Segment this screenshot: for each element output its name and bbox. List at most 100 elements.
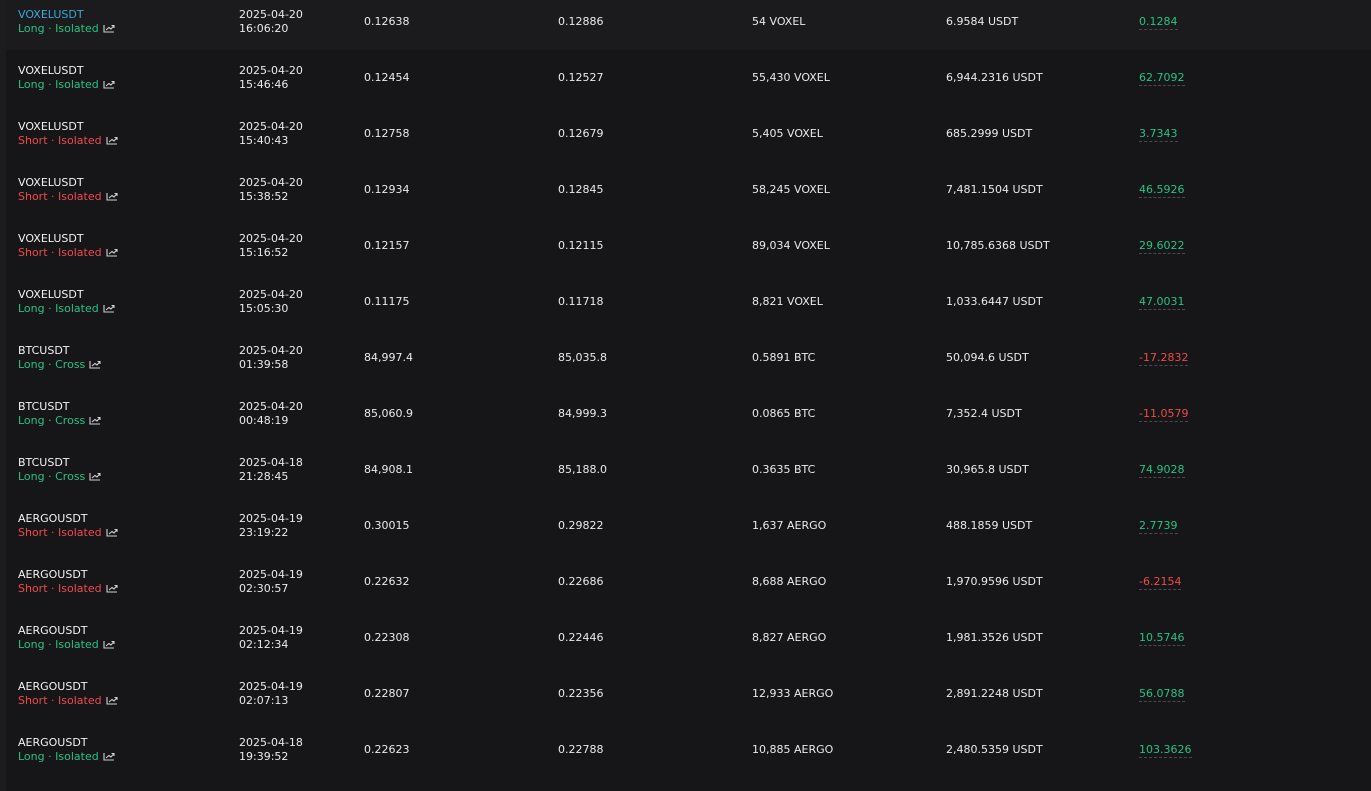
time-cell: 2025-04-20 01:39:58 bbox=[239, 344, 303, 372]
symbol-link[interactable]: VOXELUSDT bbox=[18, 8, 84, 21]
symbol-link[interactable]: AERGOUSDT bbox=[18, 680, 88, 693]
close-time: 21:28:45 bbox=[239, 470, 289, 483]
realized-pnl[interactable]: 47.0031 bbox=[1139, 295, 1185, 310]
close-date: 2025-04-19 bbox=[239, 568, 303, 581]
meta-separator: · bbox=[47, 246, 59, 259]
realized-pnl[interactable]: 103.3626 bbox=[1139, 743, 1192, 758]
realized-pnl[interactable]: 46.5926 bbox=[1139, 183, 1185, 198]
realized-pnl[interactable]: -17.2832 bbox=[1139, 351, 1189, 366]
share-chart-icon[interactable] bbox=[106, 695, 118, 705]
symbol-link[interactable]: VOXELUSDT bbox=[18, 64, 84, 77]
position-row[interactable]: VOXELUSDT Long · Isolated 2025-04-20 15:46:… bbox=[6, 50, 1371, 106]
time-cell: 2025-04-19 23:19:22 bbox=[239, 512, 303, 540]
symbol-link[interactable]: BTCUSDT bbox=[18, 344, 70, 357]
margin-mode-label: Cross bbox=[55, 414, 86, 427]
share-chart-icon[interactable] bbox=[103, 751, 115, 761]
entry-price: 0.22623 bbox=[364, 743, 410, 756]
symbol-link[interactable]: VOXELUSDT bbox=[18, 288, 84, 301]
pnl-cell: 10.5746 bbox=[1139, 631, 1185, 646]
side-label: Long bbox=[18, 414, 45, 427]
position-size: 55,430 VOXEL bbox=[752, 71, 830, 84]
margin-mode-label: Isolated bbox=[58, 694, 102, 707]
symbol-link[interactable]: BTCUSDT bbox=[18, 400, 70, 413]
margin-mode-label: Cross bbox=[55, 358, 86, 371]
margin-mode-label: Isolated bbox=[55, 22, 99, 35]
realized-pnl[interactable]: 29.6022 bbox=[1139, 239, 1185, 254]
close-time: 01:39:58 bbox=[239, 358, 289, 371]
realized-pnl[interactable]: 56.0788 bbox=[1139, 687, 1185, 702]
share-chart-icon[interactable] bbox=[89, 471, 101, 481]
realized-pnl[interactable]: 0.1284 bbox=[1139, 15, 1178, 30]
realized-pnl[interactable]: 2.7739 bbox=[1139, 519, 1178, 534]
position-size: 5,405 VOXEL bbox=[752, 127, 823, 140]
realized-pnl[interactable]: 62.7092 bbox=[1139, 71, 1185, 86]
share-chart-icon[interactable] bbox=[103, 303, 115, 313]
position-row[interactable]: AERGOUSDT Long · Isolated 2025-04-19 02:12:… bbox=[6, 610, 1371, 666]
margin-mode-label: Isolated bbox=[58, 246, 102, 259]
position-row[interactable]: AERGOUSDT Short · Isolated 2025-04-19 02:30… bbox=[6, 554, 1371, 610]
close-date: 2025-04-20 bbox=[239, 64, 303, 77]
position-row[interactable]: AERGOUSDT Short · Isolated 2025-04-19 23:19… bbox=[6, 498, 1371, 554]
position-row[interactable]: AERGOUSDT Long · Isolated 2025-04-18 19:39:… bbox=[6, 722, 1371, 778]
exit-price: 0.11718 bbox=[558, 295, 604, 308]
realized-pnl[interactable]: -6.2154 bbox=[1139, 575, 1182, 590]
position-row[interactable]: VOXELUSDT Short · Isolated 2025-04-20 15:40… bbox=[6, 106, 1371, 162]
realized-pnl[interactable]: -11.0579 bbox=[1139, 407, 1189, 422]
entry-price: 0.22807 bbox=[364, 687, 410, 700]
share-chart-icon[interactable] bbox=[89, 359, 101, 369]
symbol-link[interactable]: AERGOUSDT bbox=[18, 624, 88, 637]
share-chart-icon[interactable] bbox=[106, 527, 118, 537]
margin-mode-label: Isolated bbox=[58, 526, 102, 539]
meta-separator: · bbox=[44, 302, 56, 315]
symbol-cell: BTCUSDT Long · Cross bbox=[18, 344, 101, 372]
symbol-link[interactable]: AERGOUSDT bbox=[18, 568, 88, 581]
entry-price: 84,908.1 bbox=[364, 463, 413, 476]
pnl-cell: 56.0788 bbox=[1139, 687, 1185, 702]
time-cell: 2025-04-20 00:48:19 bbox=[239, 400, 303, 428]
meta-separator: · bbox=[44, 750, 56, 763]
share-chart-icon[interactable] bbox=[103, 639, 115, 649]
pnl-cell: 62.7092 bbox=[1139, 71, 1185, 86]
close-time: 15:40:43 bbox=[239, 134, 289, 147]
close-time: 15:16:52 bbox=[239, 246, 289, 259]
side-label: Short bbox=[18, 694, 48, 707]
close-date: 2025-04-20 bbox=[239, 344, 303, 357]
position-history-table: VOXELUSDT Long · Isolated 2025-04-20 16:06:… bbox=[6, 0, 1371, 778]
share-chart-icon[interactable] bbox=[89, 415, 101, 425]
share-chart-icon[interactable] bbox=[106, 583, 118, 593]
position-meta: Long · Isolated bbox=[18, 22, 115, 36]
position-row[interactable]: VOXELUSDT Short · Isolated 2025-04-20 15:38… bbox=[6, 162, 1371, 218]
realized-pnl[interactable]: 3.7343 bbox=[1139, 127, 1178, 142]
meta-separator: · bbox=[44, 470, 56, 483]
realized-pnl[interactable]: 10.5746 bbox=[1139, 631, 1185, 646]
symbol-link[interactable]: BTCUSDT bbox=[18, 456, 70, 469]
symbol-link[interactable]: AERGOUSDT bbox=[18, 736, 88, 749]
share-chart-icon[interactable] bbox=[106, 135, 118, 145]
position-row[interactable]: VOXELUSDT Long · Isolated 2025-04-20 16:06:… bbox=[6, 0, 1371, 50]
share-chart-icon[interactable] bbox=[103, 23, 115, 33]
close-date: 2025-04-20 bbox=[239, 120, 303, 133]
symbol-link[interactable]: VOXELUSDT bbox=[18, 232, 84, 245]
position-row[interactable]: BTCUSDT Long · Cross 2025-04-20 00:48:19 85,… bbox=[6, 386, 1371, 442]
position-meta: Short · Isolated bbox=[18, 246, 118, 260]
close-date: 2025-04-20 bbox=[239, 288, 303, 301]
position-meta: Long · Cross bbox=[18, 414, 101, 428]
position-row[interactable]: VOXELUSDT Long · Isolated 2025-04-20 15:05:… bbox=[6, 274, 1371, 330]
realized-pnl[interactable]: 74.9028 bbox=[1139, 463, 1185, 478]
symbol-link[interactable]: VOXELUSDT bbox=[18, 176, 84, 189]
position-row[interactable]: AERGOUSDT Short · Isolated 2025-04-19 02:07… bbox=[6, 666, 1371, 722]
share-chart-icon[interactable] bbox=[103, 79, 115, 89]
share-chart-icon[interactable] bbox=[106, 191, 118, 201]
position-row[interactable]: BTCUSDT Long · Cross 2025-04-18 21:28:45 84,… bbox=[6, 442, 1371, 498]
symbol-link[interactable]: AERGOUSDT bbox=[18, 512, 88, 525]
exit-price: 0.22788 bbox=[558, 743, 604, 756]
meta-separator: · bbox=[47, 694, 59, 707]
position-row[interactable]: BTCUSDT Long · Cross 2025-04-20 01:39:58 84,… bbox=[6, 330, 1371, 386]
close-time: 00:48:19 bbox=[239, 414, 289, 427]
position-size: 54 VOXEL bbox=[752, 15, 806, 28]
position-row[interactable]: VOXELUSDT Short · Isolated 2025-04-20 15:16… bbox=[6, 218, 1371, 274]
share-chart-icon[interactable] bbox=[106, 247, 118, 257]
meta-separator: · bbox=[44, 358, 56, 371]
exit-price: 0.22686 bbox=[558, 575, 604, 588]
symbol-link[interactable]: VOXELUSDT bbox=[18, 120, 84, 133]
